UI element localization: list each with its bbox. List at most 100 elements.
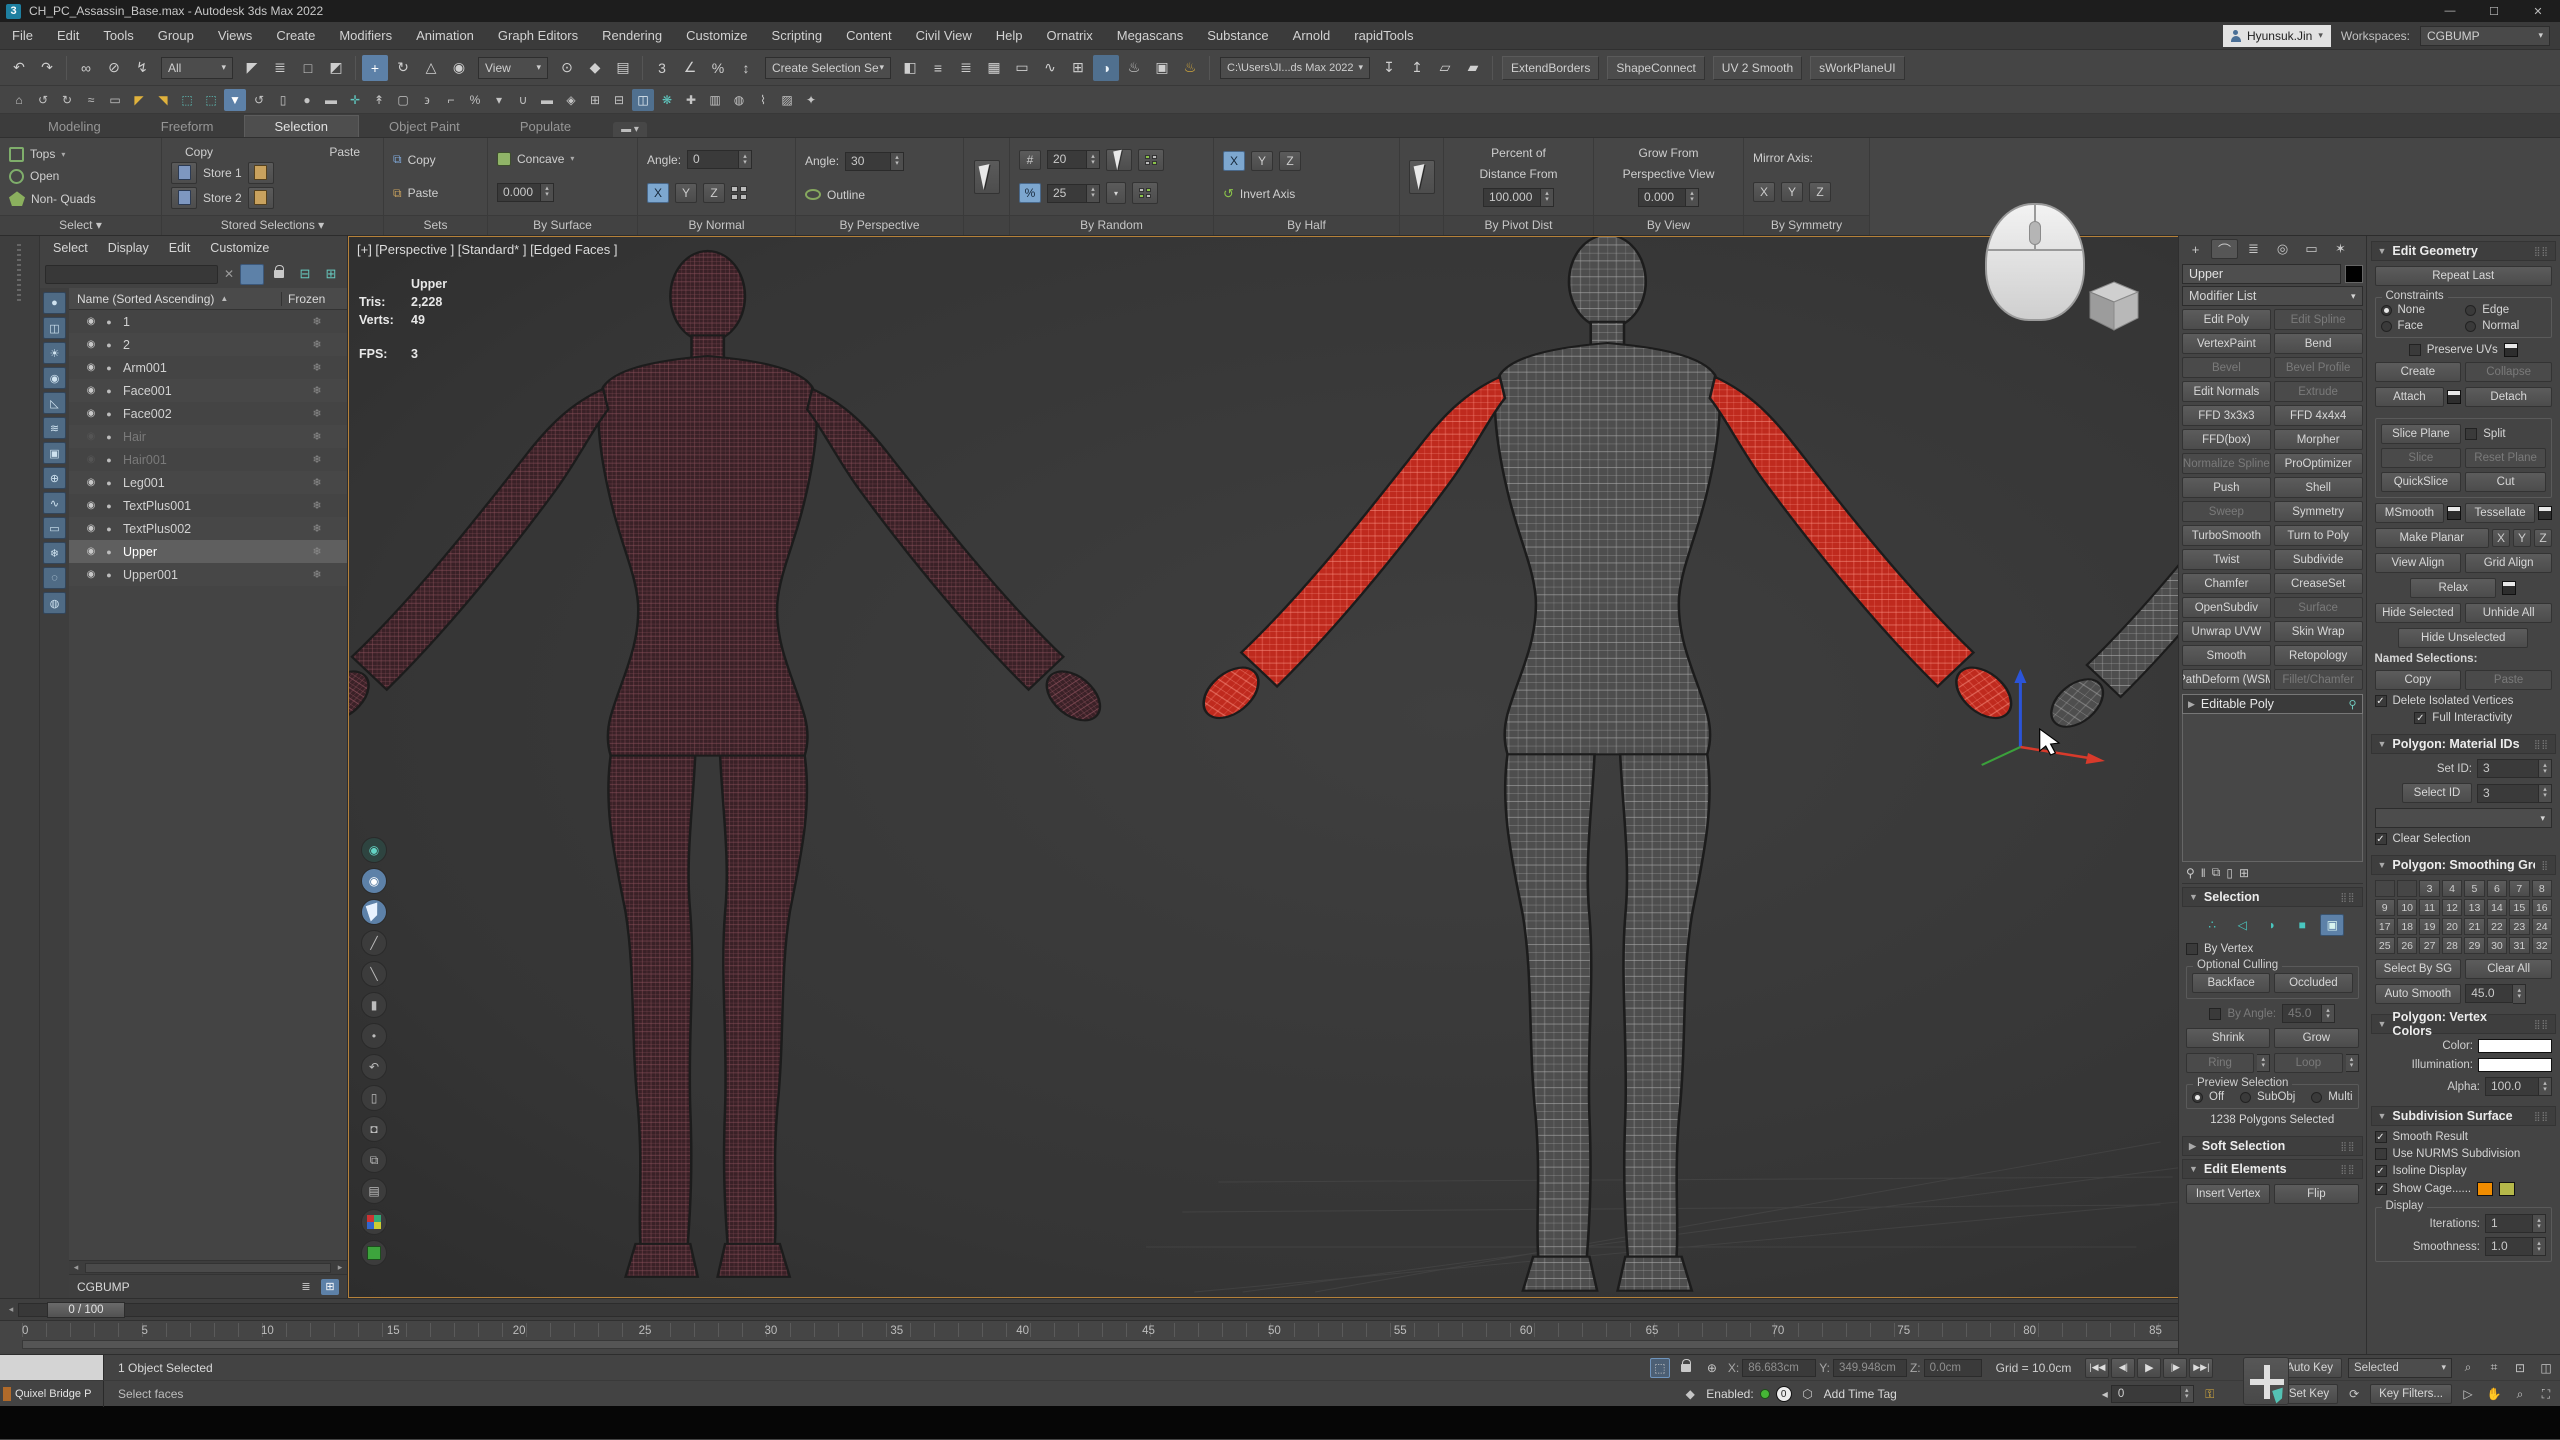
modeling-tool-icon[interactable]: ▨ [776, 89, 798, 111]
selectability-dot-icon[interactable]: ● [101, 547, 117, 557]
mirror-z-button[interactable]: Z [1809, 182, 1831, 202]
menu-item[interactable]: Megascans [1105, 28, 1195, 43]
display-groups-icon[interactable]: ▣ [43, 442, 66, 464]
display-cameras-icon[interactable]: ◉ [43, 367, 66, 389]
modifier-button[interactable]: Subdivide [2274, 549, 2363, 570]
clear-search-icon[interactable]: ✕ [222, 267, 236, 281]
display-hidden-icon[interactable]: ◌ [43, 567, 66, 589]
illumination-color-swatch[interactable] [2478, 1058, 2552, 1072]
key-mode-icon[interactable]: ⟳ [2344, 1384, 2364, 1404]
modifier-button[interactable]: Smooth [2182, 645, 2271, 666]
menu-item[interactable]: Customize [674, 28, 759, 43]
frozen-icon[interactable]: ❄ [287, 315, 347, 328]
use-nurms-checkbox[interactable] [2375, 1148, 2387, 1160]
explorer-menu-item[interactable]: Select [44, 241, 97, 255]
utilities-tab-icon[interactable]: ✶ [2327, 239, 2354, 259]
y-coordinate-field[interactable]: 349.948cm [1833, 1359, 1907, 1377]
project-path-dropdown[interactable]: C:\Users\JI...ds Max 2022▾ [1220, 57, 1370, 79]
clear-selection-checkbox[interactable]: ✓ [2375, 833, 2387, 845]
normal-options-icon[interactable] [731, 186, 747, 200]
modeling-tool-icon[interactable]: ▢ [392, 89, 414, 111]
isoline-display-checkbox[interactable]: ✓ [2375, 1165, 2387, 1177]
selectability-dot-icon[interactable]: ● [101, 524, 117, 534]
menu-item[interactable]: Graph Editors [486, 28, 590, 43]
split-checkbox[interactable] [2465, 428, 2477, 440]
schematic-view-icon[interactable]: ⊞ [1065, 55, 1091, 81]
named-copy-button[interactable]: Copy [2375, 670, 2462, 690]
notification-badge[interactable]: 0 [1776, 1386, 1792, 1402]
frozen-icon[interactable]: ❄ [287, 338, 347, 351]
go-to-end-icon[interactable]: ▶▶| [2189, 1358, 2213, 1378]
backface-button[interactable]: Backface [2192, 973, 2270, 993]
green-swatch-icon[interactable] [361, 1240, 387, 1266]
flip-button[interactable]: Flip [2274, 1184, 2358, 1204]
by-angle-field[interactable]: 45.0 [2282, 1004, 2322, 1023]
zoom-icon[interactable]: ⌕ [2510, 1384, 2530, 1404]
modeling-tool-icon[interactable]: ▭ [104, 89, 126, 111]
smoothness-field[interactable]: 1.0 [2485, 1237, 2533, 1256]
by-half-panel-label[interactable]: By Half [1214, 215, 1399, 235]
modifier-button[interactable]: CreaseSet [2274, 573, 2363, 594]
modeling-tool-icon[interactable]: ✦ [800, 89, 822, 111]
asset-tool-icon[interactable]: ↧ [1376, 55, 1402, 81]
rect-region-icon[interactable]: □ [295, 55, 321, 81]
modifier-button[interactable]: Shell [2274, 477, 2363, 498]
mirror-y-button[interactable]: Y [1781, 182, 1803, 202]
lock-icon[interactable] [268, 264, 290, 284]
smoothing-group-button[interactable]: 9 [2375, 899, 2395, 916]
random-percent-field[interactable]: 25 [1047, 184, 1087, 203]
by-random-panel-label[interactable]: By Random [1010, 215, 1213, 235]
column-header-name[interactable]: Name (Sorted Ascending) [77, 292, 214, 306]
store1-copy-button[interactable] [171, 162, 197, 184]
modeling-tool-icon[interactable]: ▬ [536, 89, 558, 111]
frozen-icon[interactable]: ❄ [287, 568, 347, 581]
percent-snap-icon[interactable]: % [705, 55, 731, 81]
modifier-button[interactable]: FFD 3x3x3 [2182, 405, 2271, 426]
shield-icon[interactable]: ◆ [1680, 1384, 1700, 1404]
sets-panel-label[interactable]: Sets [384, 215, 487, 235]
modeling-tool-icon[interactable]: ✚ [680, 89, 702, 111]
menu-item[interactable]: Tools [91, 28, 145, 43]
smoothing-group-button[interactable]: 31 [2509, 937, 2529, 954]
smoothing-group-button[interactable]: 26 [2397, 937, 2417, 954]
random-count-field[interactable]: 20 [1047, 150, 1087, 169]
constraint-none-radio[interactable] [2381, 305, 2392, 316]
pencil-icon[interactable]: ╱ [361, 930, 387, 956]
modifier-button[interactable]: Push [2182, 477, 2271, 498]
menu-item[interactable]: Help [984, 28, 1035, 43]
edit-geometry-rollout-header[interactable]: ▼Edit Geometry⣿⣿ [2371, 241, 2557, 261]
close-icon[interactable]: ✕ [2516, 0, 2560, 22]
modifier-button[interactable]: Fillet/Chamfer [2274, 669, 2363, 690]
smoothing-group-button[interactable]: 18 [2397, 918, 2417, 935]
lamp-icon[interactable]: ◉ [361, 837, 387, 863]
detach-button[interactable]: Detach [2465, 387, 2552, 407]
stamp-icon[interactable]: ◘ [361, 1116, 387, 1142]
track-bar[interactable]: 0510152025303540455055606570758085909510… [0, 1320, 2560, 1352]
material-name-dropdown[interactable]: ▾ [2375, 808, 2553, 828]
by-vertex-checkbox[interactable] [2186, 943, 2198, 955]
menu-item[interactable]: Modifiers [327, 28, 404, 43]
configure-modifier-sets-icon[interactable]: ⊞ [2239, 866, 2249, 880]
asset-tool-icon[interactable]: ▰ [1460, 55, 1486, 81]
layers-icon[interactable]: ⧉ [361, 1147, 387, 1173]
edge-subobject-icon[interactable]: ◁ [2230, 914, 2254, 936]
modeling-tool-icon[interactable]: ϶ [416, 89, 438, 111]
modeling-tool-icon[interactable]: ◈ [560, 89, 582, 111]
table-row[interactable]: ◉ ● 1 ❄ [69, 310, 347, 333]
tab-populate[interactable]: Populate [490, 116, 601, 137]
table-row[interactable]: ◉ ● Upper ❄ [69, 540, 347, 563]
frozen-icon[interactable]: ❄ [287, 522, 347, 535]
zoom-region-icon[interactable]: ⌕ [2458, 1358, 2478, 1378]
modifier-stack-entry[interactable]: ▶Editable Poly⚲ [2182, 694, 2363, 714]
modifier-list-dropdown[interactable]: Modifier List▾ [2182, 286, 2363, 306]
color-palette-icon[interactable] [361, 1209, 387, 1235]
shrink-button[interactable]: Shrink [2186, 1028, 2270, 1048]
smoothing-group-button[interactable]: 23 [2509, 918, 2529, 935]
selectability-dot-icon[interactable]: ● [101, 386, 117, 396]
slice-plane-button[interactable]: Slice Plane [2381, 424, 2462, 444]
msmooth-settings-icon[interactable] [2447, 506, 2461, 520]
tessellate-settings-icon[interactable] [2538, 506, 2552, 520]
filter-icon[interactable] [240, 264, 264, 285]
align-icon[interactable]: ≡ [925, 55, 951, 81]
smoothing-group-button[interactable]: 3 [2419, 880, 2439, 897]
